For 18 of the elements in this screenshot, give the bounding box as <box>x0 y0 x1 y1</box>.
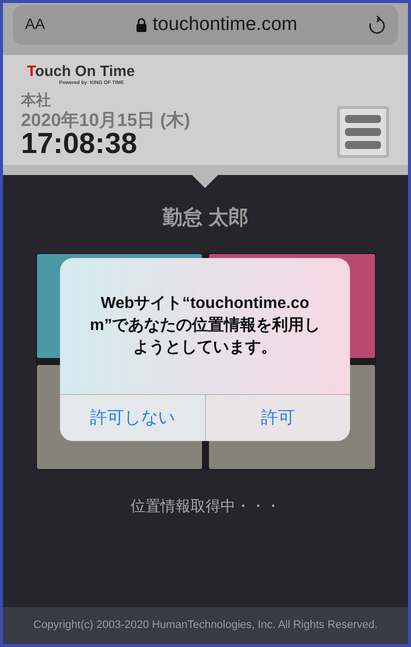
lock-icon <box>136 18 147 32</box>
location-label: 本社 <box>21 92 52 110</box>
url-text: touchontime.com <box>152 12 298 37</box>
dialog-message: Webサイト“touchontime.com”であなたの位置情報を利用しようとしています。 <box>88 294 322 358</box>
status-text: 位置情報取得中・・・ <box>130 497 280 517</box>
copyright-text: Copyright(c) 2003-2020 HumanTechnologies, Inc. All Rights Reserved. <box>33 618 378 634</box>
text-size-button[interactable]: AA <box>25 14 65 36</box>
logo-text: Touch On Time <box>27 64 135 80</box>
menu-button[interactable] <box>337 106 389 158</box>
menu-icon <box>345 115 381 149</box>
dialog-button[interactable]: 許可 <box>206 395 350 441</box>
date-text: 2020年10月15日 (木) <box>21 110 192 130</box>
clock-time: 17:08:38 <box>21 130 138 158</box>
reload-icon[interactable] <box>368 15 386 35</box>
dialog-button[interactable]: 許可しない <box>60 395 206 441</box>
pointer-icon <box>190 173 220 188</box>
employee-name: 勤怠 太郎 <box>162 206 248 231</box>
address-bar[interactable]: AA touchontime.com <box>13 5 398 45</box>
